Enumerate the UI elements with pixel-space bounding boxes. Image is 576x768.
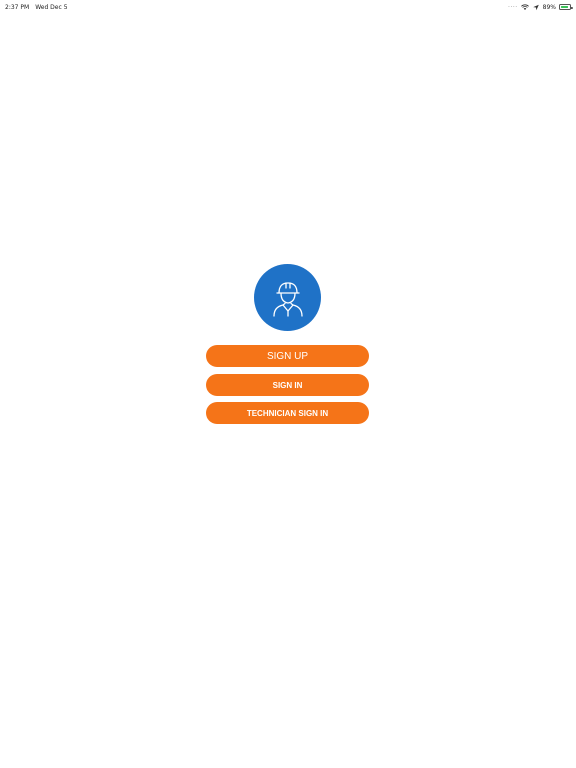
- technician-hardhat-icon: [272, 281, 303, 317]
- status-right: ···· 89%: [508, 3, 573, 11]
- status-left: 2:37 PM Wed Dec 5: [5, 4, 68, 11]
- sign-up-button[interactable]: SIGN UP: [206, 345, 369, 367]
- app-screen: 2:37 PM Wed Dec 5 ···· 89% SIGN UP SIGN …: [0, 0, 576, 768]
- status-date: Wed Dec 5: [35, 3, 68, 11]
- wifi-icon: [520, 3, 529, 10]
- technician-sign-in-button[interactable]: TECHNICIAN SIGN IN: [206, 402, 369, 424]
- technician-logo: [254, 264, 321, 331]
- sign-in-button[interactable]: SIGN IN: [206, 374, 369, 396]
- status-bar: 2:37 PM Wed Dec 5 ···· 89%: [0, 0, 576, 14]
- battery-percent: 89%: [542, 3, 556, 11]
- battery-icon: [559, 4, 573, 10]
- status-time: 2:37 PM: [5, 3, 30, 11]
- battery-fill: [561, 6, 569, 8]
- signal-dots-icon: ····: [508, 3, 518, 11]
- location-icon: [532, 4, 539, 10]
